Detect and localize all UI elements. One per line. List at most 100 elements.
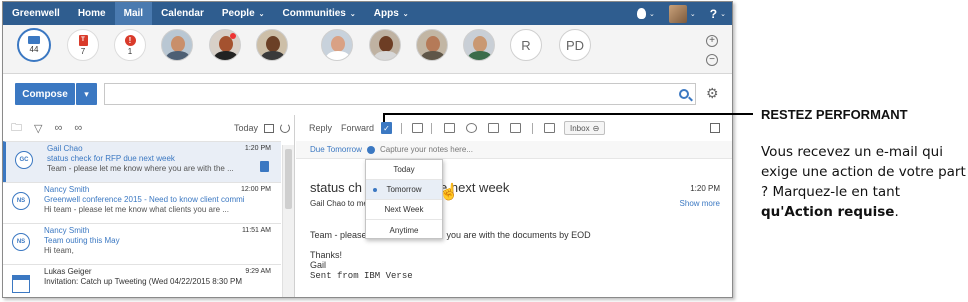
message-preview: Team - please let me know where you are …	[47, 164, 234, 173]
due-date-link[interactable]: Due Tomorrow	[310, 145, 362, 154]
due-option-tomorrow[interactable]: Tomorrow	[366, 180, 442, 200]
zoom-out-icon[interactable]: −	[706, 54, 718, 66]
needs-action-icon[interactable]: ✓	[381, 122, 392, 134]
search-input[interactable]	[104, 83, 696, 105]
nav-people-label: People	[221, 8, 255, 19]
callout-body-bold: qu'Action requise	[761, 204, 895, 220]
sort-label[interactable]: Today	[234, 123, 258, 133]
user-avatar	[668, 4, 687, 23]
todo-bubble[interactable]: T 7	[67, 29, 99, 61]
chevron-down-icon: ⌄	[649, 10, 655, 18]
user-menu[interactable]: ⌄	[668, 4, 696, 23]
avatar-body	[166, 51, 190, 60]
message-time: 1:20 PM	[244, 145, 271, 152]
attachment-icon[interactable]: ∞	[74, 122, 82, 134]
move-to-folder-icon[interactable]	[544, 123, 555, 133]
nav-home[interactable]: Home	[69, 2, 115, 25]
due-option-next-week[interactable]: Next Week	[366, 200, 442, 220]
due-option-anytime[interactable]: Anytime	[366, 220, 442, 240]
email-from: Gail Chao to me	[310, 199, 368, 208]
link-icon[interactable]: ∞	[54, 122, 62, 134]
message-preview: Hi team,	[44, 246, 74, 255]
nav-mail[interactable]: Mail	[114, 2, 153, 25]
list-item[interactable]: NS Nancy Smith Team outing this May Hi t…	[3, 223, 281, 264]
hand-cursor-icon: ☝	[439, 184, 459, 201]
message-subject: Greenwell conference 2015 - Need to know…	[44, 195, 244, 204]
message-list-pane: 🗀 ▽ ∞ ∞ Today GC Gail Chao status check …	[3, 115, 295, 297]
message-sender: Nancy Smith	[44, 226, 90, 235]
nav-apps-label: Apps	[373, 8, 399, 19]
message-time: 11:51 AM	[241, 227, 271, 234]
remove-folder-icon[interactable]: ⊖	[593, 124, 600, 133]
reply-button[interactable]: Reply	[309, 123, 332, 133]
alert-bubble[interactable]: ! 1	[114, 29, 146, 61]
filter-icon[interactable]: ▽	[34, 122, 42, 135]
notes-input[interactable]: Capture your notes here...	[380, 145, 473, 154]
notifications-menu[interactable]: ⌄	[637, 8, 655, 19]
due-option-today[interactable]: Today	[366, 160, 442, 180]
email-time: 1:20 PM	[690, 184, 720, 193]
list-scrollbar[interactable]	[282, 145, 294, 297]
body-signature: Sent from IBM Verse	[310, 271, 413, 281]
list-item[interactable]: Lukas Geiger Invitation: Catch up Tweeti…	[3, 264, 281, 297]
person-avatar[interactable]	[416, 29, 448, 61]
person-avatar[interactable]	[161, 29, 193, 61]
toolbar-divider	[431, 123, 432, 134]
nav-people[interactable]: People ⌄	[213, 2, 274, 25]
message-sender: Lukas Geiger	[44, 267, 92, 276]
mail-bubble[interactable]: 44	[17, 28, 51, 62]
selected-dot-icon	[373, 188, 377, 192]
popout-icon[interactable]	[710, 123, 720, 133]
callout-body-text: Vous recevez un e-mail qui exige une act…	[761, 144, 966, 200]
chevron-down-icon: ⌄	[720, 10, 726, 18]
person-avatar[interactable]	[209, 29, 241, 61]
folder-icon[interactable]: 🗀	[11, 119, 22, 138]
needs-action-icon[interactable]	[260, 161, 269, 172]
body-line-start: Team - please	[310, 230, 367, 240]
avatar-body	[261, 51, 285, 60]
share-icon[interactable]	[466, 123, 477, 133]
person-avatar[interactable]	[369, 29, 401, 61]
callout-body-end: .	[894, 204, 899, 220]
body-line-end: you are with the documents by EOD	[446, 230, 591, 240]
avatar-body	[326, 51, 350, 60]
mark-unread-icon[interactable]	[444, 123, 455, 133]
due-dropdown-icon[interactable]	[367, 146, 375, 154]
brand-link[interactable]: Greenwell	[3, 2, 69, 25]
avatar-head	[331, 36, 345, 52]
email-body: Team - please you are with the documents …	[310, 230, 591, 281]
refresh-icon[interactable]	[280, 123, 290, 133]
nav-calendar[interactable]: Calendar	[152, 2, 213, 25]
calendar-view-icon[interactable]	[264, 123, 274, 133]
scroll-thumb[interactable]	[285, 149, 292, 209]
avatar-head	[426, 36, 440, 52]
callout-pointer	[383, 113, 753, 122]
person-avatar[interactable]	[321, 29, 353, 61]
message-sender: Gail Chao	[47, 144, 83, 153]
person-initials-pd[interactable]: PD	[559, 29, 591, 61]
nav-communities[interactable]: Communities ⌄	[274, 2, 365, 25]
forward-button[interactable]: Forward	[341, 123, 374, 133]
nav-apps[interactable]: Apps ⌄	[365, 2, 418, 25]
show-more-link[interactable]: Show more	[680, 199, 720, 208]
person-avatar[interactable]	[463, 29, 495, 61]
more-actions-icon[interactable]	[510, 123, 521, 133]
message-subject: Team outing this May	[44, 236, 120, 245]
gear-icon[interactable]: ⚙	[706, 86, 719, 100]
folder-pill[interactable]: Inbox ⊖	[564, 121, 606, 135]
list-item[interactable]: GC Gail Chao status check for RFP due ne…	[3, 141, 281, 182]
reading-pane: Reply Forward ✓ Inbox ⊖ Due Tomorrow Capt…	[296, 115, 732, 297]
list-item[interactable]: NS Nancy Smith Greenwell conference 2015…	[3, 182, 281, 223]
due-option-tomorrow-label: Tomorrow	[386, 185, 422, 194]
help-menu[interactable]: ? ⌄	[710, 7, 726, 21]
avatar-head	[379, 36, 393, 52]
person-initials-r[interactable]: R	[510, 29, 542, 61]
trash-icon[interactable]	[412, 123, 423, 133]
person-avatar[interactable]	[256, 29, 288, 61]
print-icon[interactable]	[488, 123, 499, 133]
compose-button[interactable]: Compose	[15, 83, 75, 105]
zoom-in-icon[interactable]: +	[706, 35, 718, 47]
search-icon[interactable]	[679, 89, 689, 99]
nav-communities-label: Communities	[282, 8, 346, 19]
compose-dropdown-button[interactable]: ▾	[76, 83, 97, 105]
